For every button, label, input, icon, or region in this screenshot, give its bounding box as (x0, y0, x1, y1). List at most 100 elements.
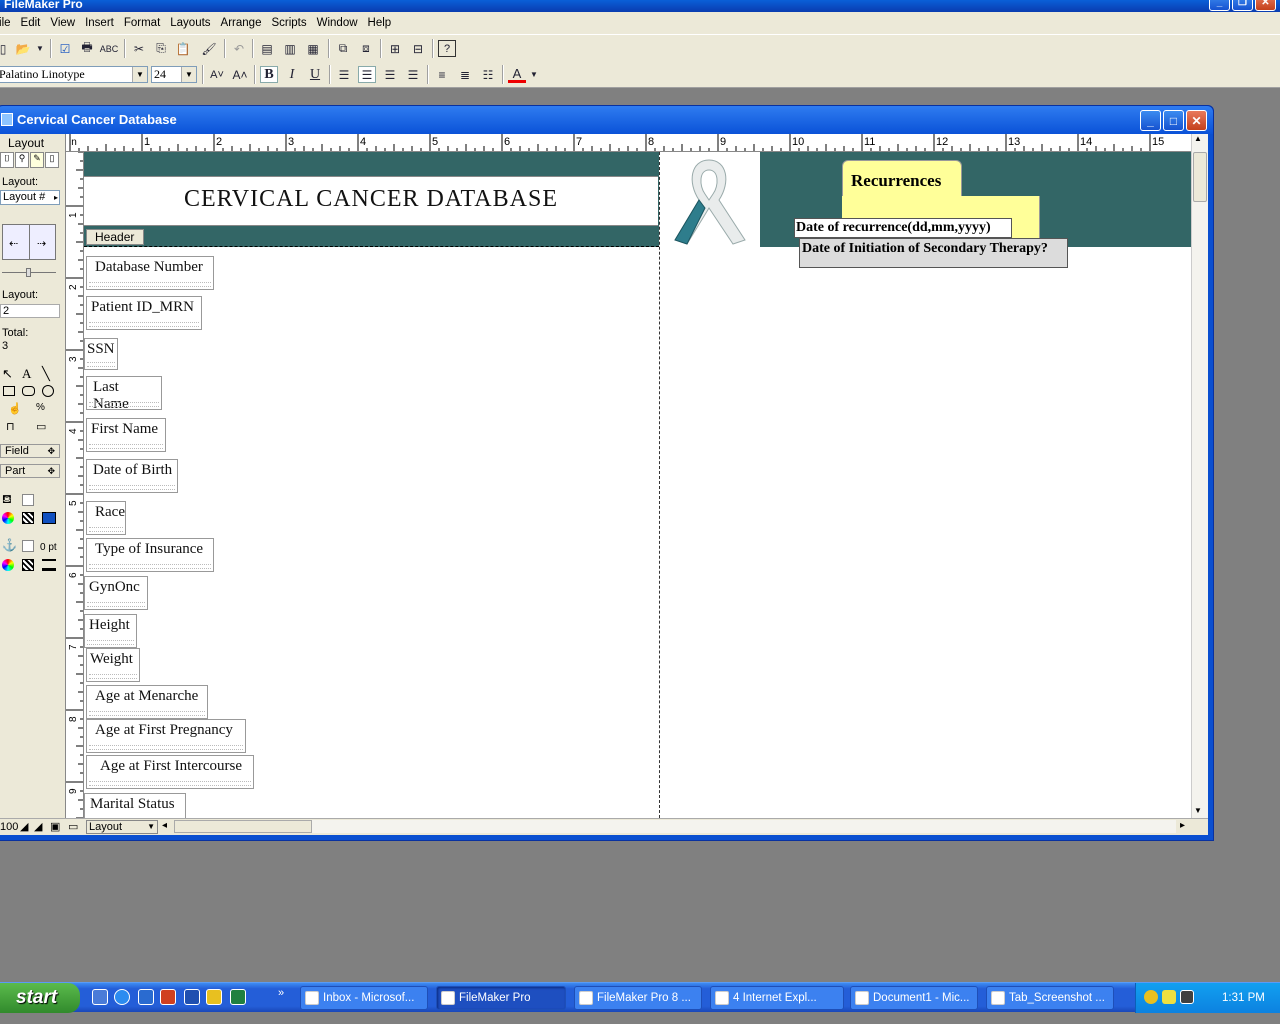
field-label-marital-status[interactable]: Marital Status (84, 793, 186, 818)
line-spacing-custom-icon[interactable]: ☷ (479, 66, 497, 83)
check-icon[interactable]: ☑ (56, 40, 74, 57)
menu-layouts[interactable]: Layouts (166, 17, 216, 29)
doc-minimize-button[interactable]: _ (1140, 110, 1161, 131)
field-label-date-of-recurrence[interactable]: Date of recurrence(dd,mm,yyyy) (794, 218, 1012, 238)
layout-select[interactable]: Layout # ▸ (0, 190, 60, 205)
zoom-in-icon[interactable]: ◢ (34, 820, 42, 833)
doc-maximize-button[interactable]: □ (1163, 110, 1184, 131)
bring-forward-icon[interactable]: ⧉ (334, 40, 352, 57)
field-label-last-name[interactable]: Last Name (86, 376, 162, 412)
open-dropdown-icon[interactable]: ▼ (34, 40, 46, 57)
format-painter-icon[interactable]: 🖌 (200, 40, 218, 57)
status-toggle-icon[interactable]: ▣ (50, 820, 60, 833)
pen-color-swatch[interactable] (22, 540, 34, 552)
chevron-down-icon[interactable]: ▼ (181, 67, 196, 82)
line-tool-icon[interactable]: ╲ (42, 366, 50, 382)
field-label-type-of-insurance[interactable]: Type of Insurance (86, 538, 214, 572)
new-layout-icon[interactable]: ▤ (258, 40, 276, 57)
rectangle-tool-icon[interactable] (3, 386, 15, 396)
zoom-out-icon[interactable]: ◢ (20, 820, 28, 833)
italic-button[interactable]: I (283, 66, 301, 83)
pointer-tool-icon[interactable]: ↖ (2, 366, 13, 382)
status-area-icon[interactable]: ▭ (68, 820, 78, 833)
outlook-quicklaunch-icon[interactable] (206, 989, 222, 1005)
quicklaunch-icon-1[interactable] (92, 989, 108, 1005)
slider-handle[interactable] (26, 268, 31, 277)
horizontal-scroll-track[interactable] (312, 820, 1176, 833)
excel-quicklaunch-icon[interactable] (230, 989, 246, 1005)
task-filemaker-8[interactable]: FileMaker Pro 8 ... (574, 986, 702, 1010)
align-center-icon[interactable]: ☰ (358, 66, 376, 83)
menu-insert[interactable]: Insert (81, 17, 120, 29)
task-document1[interactable]: Document1 - Mic... (850, 986, 978, 1010)
field-label-height[interactable]: Height (84, 614, 137, 648)
menu-file[interactable]: File (0, 17, 17, 29)
ribbon-logo[interactable] (661, 154, 759, 247)
chevron-right-icon[interactable]: » (278, 987, 284, 999)
fill-bucket-icon[interactable]: ⛾ (2, 492, 12, 508)
app-close-button[interactable]: ✕ (1255, 0, 1276, 11)
field-label-ssn[interactable]: SSN (84, 338, 118, 370)
find-mode-icon[interactable]: ⚲ (15, 152, 29, 168)
layout-mode-icon[interactable]: ✎ (30, 152, 44, 168)
pen-color-picker-icon[interactable] (2, 559, 14, 571)
field-label-secondary-therapy[interactable]: Date of Initiation of Secondary Therapy? (799, 238, 1068, 268)
pen-pattern-icon[interactable] (22, 559, 34, 571)
field-label-gynonc[interactable]: GynOnc (84, 576, 148, 610)
menu-window[interactable]: Window (313, 17, 364, 29)
delete-layout-icon[interactable]: ▦ (304, 40, 322, 57)
new-file-icon[interactable]: ▯ (0, 40, 12, 57)
field-label-age-at-menarche[interactable]: Age at Menarche (86, 685, 208, 719)
menu-scripts[interactable]: Scripts (267, 17, 312, 29)
quicklaunch-icon-3[interactable] (138, 989, 154, 1005)
field-tool[interactable]: Field ✥ (0, 444, 60, 458)
font-size-select[interactable]: 24 ▼ (151, 66, 197, 83)
field-label-age-at-first-intercourse[interactable]: Age at First Intercourse (86, 755, 254, 789)
field-label-age-at-first-pregnancy[interactable]: Age at First Pregnancy (86, 719, 246, 753)
field-label-first-name[interactable]: First Name (86, 418, 166, 452)
increase-font-icon[interactable]: A˄ (231, 66, 249, 83)
line-spacing-single-icon[interactable]: ≡ (433, 66, 451, 83)
print-icon[interactable]: 🖶 (78, 40, 96, 57)
fill-pattern-icon[interactable] (22, 512, 34, 524)
button-tool-icon[interactable]: ☝ (8, 402, 22, 415)
scroll-up-icon[interactable]: ▲ (1194, 134, 1202, 143)
field-label-date-of-birth[interactable]: Date of Birth (86, 459, 178, 493)
text-color-button[interactable]: A (508, 66, 526, 83)
ie-quicklaunch-icon[interactable] (114, 989, 130, 1005)
line-spacing-double-icon[interactable]: ≣ (456, 66, 474, 83)
vertical-scrollbar[interactable]: ▲ ▼ (1191, 134, 1208, 818)
tab-control-tool-icon[interactable]: ⊓ (6, 420, 15, 433)
text-color-dropdown-icon[interactable]: ▼ (528, 66, 540, 83)
scroll-down-icon[interactable]: ▼ (1194, 806, 1202, 815)
font-name-select[interactable]: Palatino Linotype ▼ (0, 66, 148, 83)
task-inbox[interactable]: Inbox - Microsof... (300, 986, 428, 1010)
decrease-font-icon[interactable]: A˅ (208, 66, 226, 83)
line-width-icon[interactable] (42, 559, 56, 571)
menu-arrange[interactable]: Arrange (217, 17, 268, 29)
doc-close-button[interactable]: ✕ (1186, 110, 1207, 131)
field-label-database-number[interactable]: Database Number (86, 256, 214, 290)
scroll-right-icon[interactable]: ▸ (1180, 820, 1185, 831)
web-viewer-tool-icon[interactable]: ▭ (36, 420, 46, 433)
paste-icon[interactable]: 📋 (174, 40, 192, 57)
align-right-icon[interactable]: ☰ (381, 66, 399, 83)
underline-button[interactable]: U (306, 66, 324, 83)
layout-number-field[interactable]: 2 (0, 304, 60, 318)
pen-icon[interactable]: ⚓ (2, 538, 17, 552)
vertical-scroll-thumb[interactable] (1193, 152, 1207, 202)
text-tool-icon[interactable]: A (22, 366, 31, 382)
start-button[interactable]: start (0, 983, 80, 1013)
menu-edit[interactable]: Edit (17, 17, 47, 29)
field-label-patient-id[interactable]: Patient ID_MRN (86, 296, 202, 330)
task-filemaker[interactable]: FileMaker Pro (436, 986, 566, 1010)
duplicate-layout-icon[interactable]: ▥ (281, 40, 299, 57)
word-quicklaunch-icon[interactable] (184, 989, 200, 1005)
menu-view[interactable]: View (46, 17, 81, 29)
group-icon[interactable]: ⊞ (386, 40, 404, 57)
oval-tool-icon[interactable] (42, 385, 54, 397)
fill-color-picker-icon[interactable] (2, 512, 14, 524)
open-folder-icon[interactable]: 📂 (14, 40, 32, 57)
task-internet-explorer[interactable]: 4 Internet Expl... (710, 986, 844, 1010)
access-quicklaunch-icon[interactable] (160, 989, 176, 1005)
